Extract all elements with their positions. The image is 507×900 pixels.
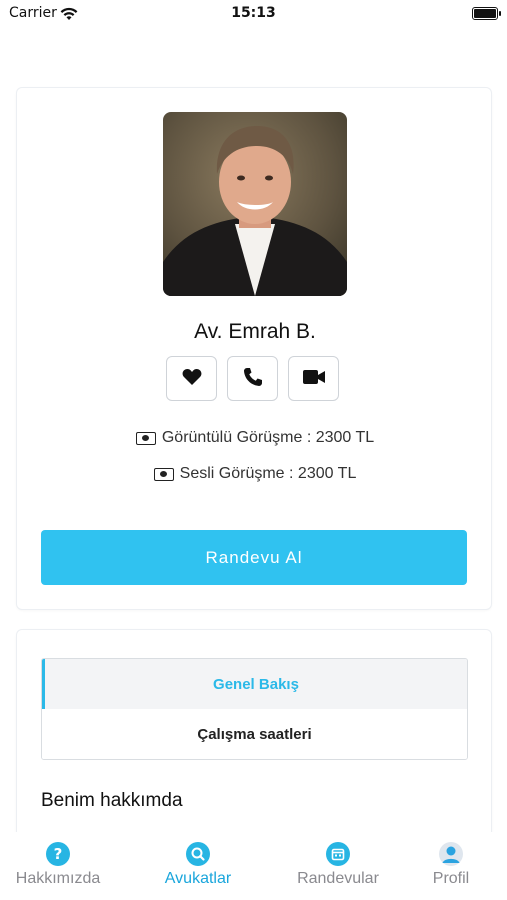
- audio-call-price-text: Sesli Görüşme : 2300 TL: [179, 465, 357, 482]
- question-icon: ?: [46, 842, 70, 866]
- book-appointment-button[interactable]: Randevu Al: [41, 530, 467, 585]
- nav-item-profile[interactable]: Profil: [420, 832, 482, 900]
- favorite-button[interactable]: [166, 356, 217, 401]
- profile-tabs: Genel Bakış Çalışma saatleri: [41, 658, 468, 760]
- lawyer-profile-card: Av. Emrah B. Görüntülü Görüşme : 2300 TL…: [16, 87, 492, 610]
- video-camera-icon: [302, 369, 326, 389]
- nav-label-profile: Profil: [432, 870, 470, 887]
- video-call-price-text: Görüntülü Görüşme : 2300 TL: [161, 429, 375, 446]
- calendar-icon: [326, 842, 350, 866]
- search-icon: [186, 842, 210, 866]
- tab-working-hours[interactable]: Çalışma saatleri: [42, 709, 467, 759]
- phone-icon: [243, 367, 263, 391]
- nav-label-appointments: Randevular: [297, 870, 379, 887]
- svg-text:?: ?: [54, 845, 63, 863]
- clock: 15:13: [231, 5, 276, 21]
- audio-call-price: Sesli Görüşme : 2300 TL: [17, 465, 493, 483]
- video-call-price: Görüntülü Görüşme : 2300 TL: [17, 429, 493, 447]
- bottom-tab-bar: ? Hakkımızda Avukatlar Randevular Profil: [0, 832, 507, 900]
- money-icon: [153, 467, 174, 481]
- nav-item-appointments[interactable]: Randevular: [282, 832, 394, 900]
- nav-item-about[interactable]: ? Hakkımızda: [4, 832, 112, 900]
- nav-item-lawyers[interactable]: Avukatlar: [146, 832, 250, 900]
- about-title: Benim hakkımda: [41, 790, 183, 811]
- nav-label-about: Hakkımızda: [15, 870, 101, 887]
- avatar: [163, 112, 347, 296]
- lawyer-name: Av. Emrah B.: [194, 320, 316, 343]
- battery-icon: [472, 7, 501, 20]
- heart-icon: [182, 368, 202, 390]
- status-bar: Carrier 15:13: [0, 0, 507, 30]
- money-icon: [135, 431, 156, 445]
- person-icon: [439, 842, 463, 866]
- video-call-button[interactable]: [288, 356, 339, 401]
- call-button[interactable]: [227, 356, 278, 401]
- nav-label-lawyers: Avukatlar: [164, 870, 232, 887]
- tab-overview[interactable]: Genel Bakış: [42, 659, 467, 709]
